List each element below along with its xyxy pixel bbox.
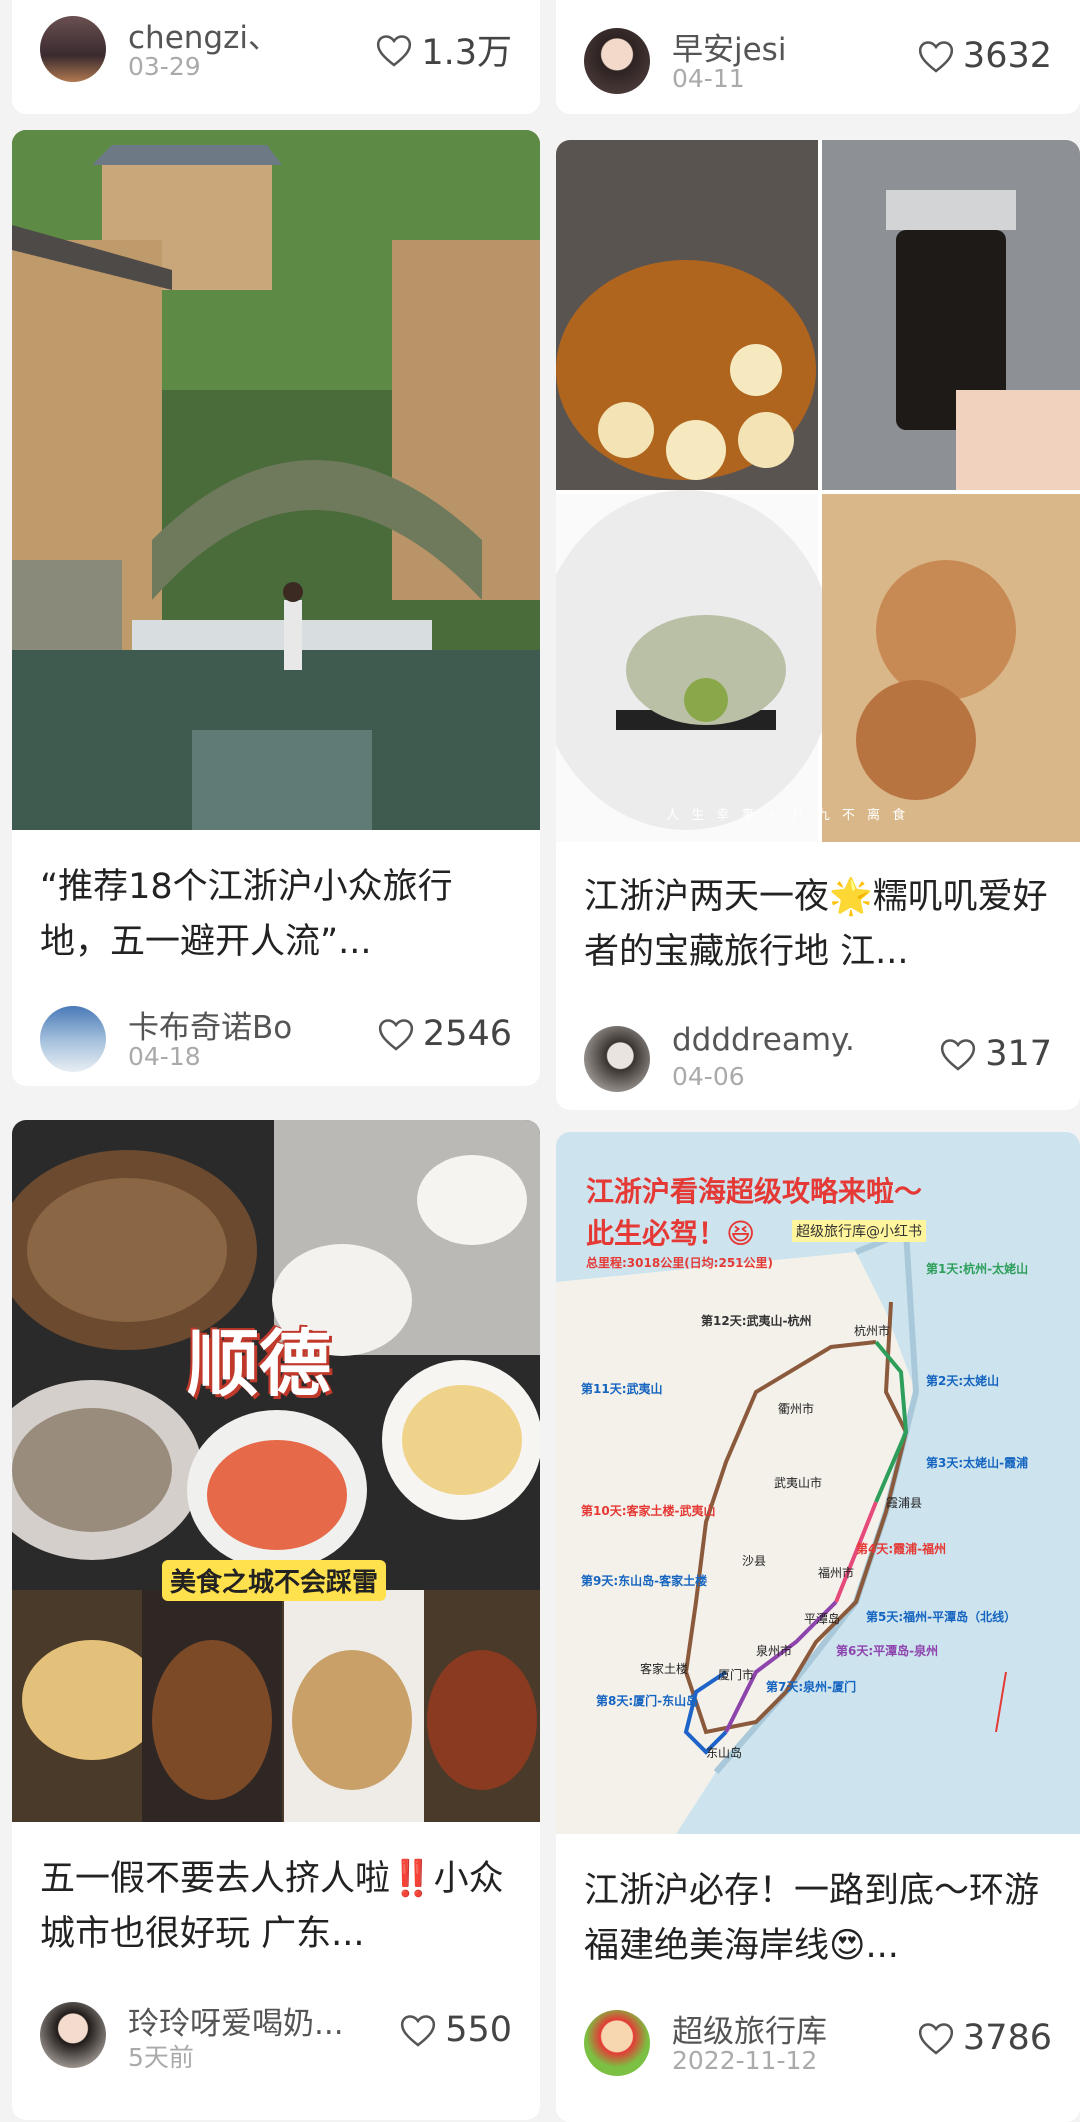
map-city: 东山岛 bbox=[706, 1746, 743, 1760]
map-city: 客家土楼 bbox=[640, 1662, 689, 1676]
map-city: 衢州市 bbox=[778, 1402, 815, 1416]
map-city: 厦门市 bbox=[718, 1668, 755, 1682]
image-title: 顺德 bbox=[187, 1321, 332, 1406]
cover-image[interactable]: 顺德 美食之城不会踩雷 bbox=[12, 1120, 540, 1822]
map-day-label: 第9天:东山岛-客家土楼 bbox=[581, 1574, 708, 1588]
avatar[interactable] bbox=[40, 16, 106, 82]
author-name[interactable]: 玲玲呀爱喝奶... bbox=[128, 1998, 344, 2043]
like-count: 2546 bbox=[422, 1014, 512, 1054]
avatar[interactable] bbox=[40, 1006, 106, 1072]
avatar[interactable] bbox=[584, 2010, 650, 2076]
heart-icon bbox=[377, 34, 412, 67]
image-caption: 人 生 幸 事 ・ 八 九 不 离 食 bbox=[666, 808, 910, 823]
post-date: 03-29 bbox=[128, 52, 201, 81]
map-title: 江浙沪看海超级攻略来啦～ bbox=[586, 1175, 923, 1208]
like-count: 317 bbox=[985, 1034, 1052, 1074]
like-button[interactable]: 3632 bbox=[917, 36, 1052, 76]
note-title[interactable]: “推荐18个江浙沪小众旅行地，五一避开人流”... bbox=[40, 860, 512, 970]
like-count: 3632 bbox=[962, 36, 1052, 76]
map-city: 武夷山市 bbox=[774, 1476, 823, 1490]
note-card[interactable]: 顺德 美食之城不会踩雷 五一假不要去人挤人啦‼️小众城市也很好玩 广东... 玲… bbox=[12, 1120, 540, 2120]
like-count: 1.3万 bbox=[421, 33, 512, 73]
note-card[interactable]: 江浙沪看海超级攻略来啦～ 此生必驾！😆 超级旅行库@小红书 总里程:3018公里… bbox=[556, 1132, 1080, 2122]
map-day-label: 第10天:客家土楼-武夷山 bbox=[581, 1504, 716, 1518]
map-tag: 超级旅行库@小红书 bbox=[792, 1220, 926, 1242]
cover-image[interactable]: 江浙沪看海超级攻略来啦～ 此生必驾！😆 超级旅行库@小红书 总里程:3018公里… bbox=[556, 1132, 1080, 1834]
avatar[interactable] bbox=[40, 2002, 106, 2068]
note-card[interactable]: “推荐18个江浙沪小众旅行地，五一避开人流”... 卡布奇诺Bo 04-18 2… bbox=[12, 130, 540, 1086]
author-name[interactable]: chengzi、 bbox=[128, 12, 279, 57]
post-date: 2022-11-12 bbox=[672, 2046, 818, 2075]
note-title[interactable]: 江浙沪两天一夜🌟糯叽叽爱好者的宝藏旅行地 江... bbox=[584, 870, 1052, 980]
map-day-label: 第5天:福州-平潭岛（北线） bbox=[866, 1610, 1017, 1624]
note-card[interactable]: 人 生 幸 事 ・ 八 九 不 离 食 江浙沪两天一夜🌟糯叽叽爱好者的宝藏旅行地… bbox=[556, 140, 1080, 1110]
map-city: 泉州市 bbox=[756, 1644, 793, 1658]
heart-icon bbox=[918, 41, 954, 73]
map-city: 沙县 bbox=[742, 1554, 767, 1568]
avatar[interactable] bbox=[584, 28, 650, 94]
avatar[interactable] bbox=[584, 1026, 650, 1092]
heart-icon bbox=[918, 2023, 954, 2055]
like-button[interactable]: 3786 bbox=[917, 2018, 1052, 2058]
note-card[interactable]: 早安jesi 04-11 3632 bbox=[556, 0, 1080, 114]
post-date: 04-18 bbox=[128, 1042, 201, 1071]
heart-icon bbox=[401, 2015, 436, 2047]
like-button[interactable]: 1.3万 bbox=[375, 24, 512, 75]
author-name[interactable]: 卡布奇诺Bo bbox=[128, 1002, 292, 1047]
map-day-label: 第1天:杭州-太姥山 bbox=[926, 1262, 1029, 1276]
note-title[interactable]: 江浙沪必存！一路到底～环游福建绝美海岸线😍... bbox=[584, 1864, 1052, 1974]
author-name[interactable]: 超级旅行库 bbox=[672, 2006, 827, 2051]
like-button[interactable]: 2546 bbox=[377, 1014, 512, 1054]
map-total: 总里程:3018公里(日均:251公里) bbox=[586, 1256, 774, 1270]
like-count: 3786 bbox=[962, 2018, 1052, 2058]
author-name[interactable]: 早安jesi bbox=[672, 24, 786, 69]
post-date: 04-06 bbox=[672, 1062, 745, 1091]
map-day-label: 第8天:厦门-东山岛 bbox=[596, 1694, 699, 1708]
note-card[interactable]: chengzi、 03-29 1.3万 bbox=[12, 0, 540, 114]
map-city: 平潭岛 bbox=[804, 1612, 841, 1626]
heart-icon bbox=[941, 1039, 976, 1071]
map-city: 霞浦县 bbox=[886, 1496, 923, 1510]
map-day-label: 第4天:霞浦-福州 bbox=[856, 1542, 947, 1556]
map-day-label: 第11天:武夷山 bbox=[581, 1382, 663, 1396]
note-title[interactable]: 五一假不要去人挤人啦‼️小众城市也很好玩 广东... bbox=[40, 1852, 512, 1962]
map-day-label: 第7天:泉州-厦门 bbox=[766, 1680, 857, 1694]
like-button[interactable]: 550 bbox=[399, 2010, 512, 2050]
post-date: 5天前 bbox=[128, 2043, 194, 2072]
map-day-label: 第3天:太姥山-霞浦 bbox=[926, 1456, 1029, 1470]
map-city: 杭州市 bbox=[854, 1324, 891, 1338]
cover-image[interactable] bbox=[12, 130, 540, 830]
like-count: 550 bbox=[445, 2010, 512, 2050]
map-day-label: 第6天:平潭岛-泉州 bbox=[836, 1644, 939, 1658]
author-name[interactable]: ddddreamy. bbox=[672, 1022, 855, 1058]
map-subtitle: 此生必驾！😆 bbox=[586, 1217, 756, 1250]
map-day-label: 第12天:武夷山-杭州 bbox=[701, 1314, 812, 1328]
map-day-label: 第2天:太姥山 bbox=[926, 1374, 1000, 1388]
map-city: 福州市 bbox=[818, 1566, 855, 1580]
post-date: 04-11 bbox=[672, 64, 745, 93]
image-subtitle: 美食之城不会踩雷 bbox=[162, 1560, 387, 1601]
cover-image[interactable]: 人 生 幸 事 ・ 八 九 不 离 食 bbox=[556, 140, 1080, 842]
heart-icon bbox=[378, 1019, 414, 1051]
like-button[interactable]: 317 bbox=[939, 1034, 1052, 1074]
